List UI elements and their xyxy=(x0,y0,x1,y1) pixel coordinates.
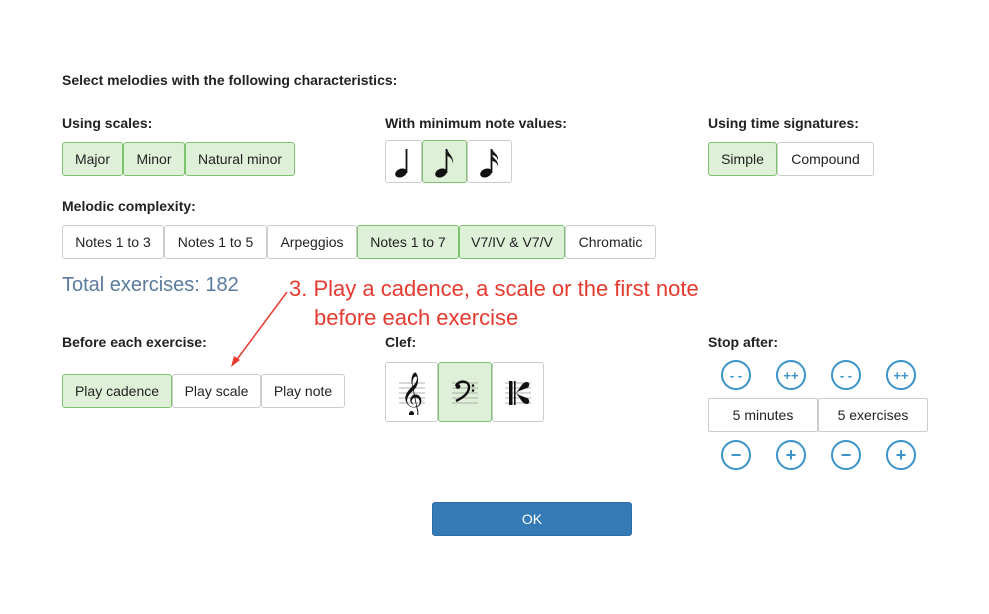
minutes-fast-decrease-button[interactable]: - - xyxy=(721,360,751,390)
exercises-value: 5 exercises xyxy=(818,398,928,432)
complexity-chromatic-button[interactable]: Chromatic xyxy=(565,225,656,259)
treble-clef-icon: 𝄞 xyxy=(398,372,425,415)
scale-major-button[interactable]: Major xyxy=(62,142,123,176)
complexity-notes-1-7-button[interactable]: Notes 1 to 7 xyxy=(357,225,459,259)
exercises-decrease-button[interactable]: − xyxy=(831,440,861,470)
treble-clef-button[interactable]: 𝄞 xyxy=(385,362,438,422)
eighth-note-icon xyxy=(434,148,453,177)
svg-text:𝄞: 𝄞 xyxy=(400,372,422,415)
bass-clef-icon xyxy=(452,380,478,404)
eighth-note-button[interactable] xyxy=(422,140,467,183)
total-exercises: Total exercises: 182 xyxy=(62,274,239,296)
bass-clef-button[interactable] xyxy=(438,362,492,422)
exercises-fast-increase-button[interactable]: ++ xyxy=(886,360,916,390)
complexity-notes-1-3-button[interactable]: Notes 1 to 3 xyxy=(62,225,164,259)
minutes-increase-button[interactable]: + xyxy=(776,440,806,470)
exercises-fast-decrease-button[interactable]: - - xyxy=(831,360,861,390)
exercises-increase-button[interactable]: + xyxy=(886,440,916,470)
complexity-v7-button[interactable]: V7/IV & V7/V xyxy=(459,225,565,259)
scale-natural-minor-button[interactable]: Natural minor xyxy=(185,142,295,176)
page-title: Select melodies with the following chara… xyxy=(62,72,398,88)
quarter-note-icon xyxy=(394,148,407,177)
sixteenth-note-button[interactable] xyxy=(467,140,512,183)
quarter-note-button[interactable] xyxy=(385,140,422,183)
time-signatures-heading: Using time signatures: xyxy=(708,115,859,131)
play-cadence-button[interactable]: Play cadence xyxy=(62,374,172,408)
scales-heading: Using scales: xyxy=(62,115,153,131)
complexity-arpeggios-button[interactable]: Arpeggios xyxy=(267,225,357,259)
note-values-heading: With minimum note values: xyxy=(385,115,567,131)
annotation-arrow xyxy=(231,291,288,367)
clef-heading: Clef: xyxy=(385,334,417,350)
minutes-fast-increase-button[interactable]: ++ xyxy=(776,360,806,390)
complexity-heading: Melodic complexity: xyxy=(62,198,196,214)
minutes-decrease-button[interactable]: − xyxy=(721,440,751,470)
time-compound-button[interactable]: Compound xyxy=(777,142,874,176)
sixteenth-note-icon xyxy=(479,148,498,177)
minutes-value: 5 minutes xyxy=(708,398,818,432)
time-simple-button[interactable]: Simple xyxy=(708,142,777,176)
annotation-line-1: 3. Play a cadence, a scale or the first … xyxy=(289,276,699,301)
complexity-notes-1-5-button[interactable]: Notes 1 to 5 xyxy=(164,225,267,259)
ok-button[interactable]: OK xyxy=(432,502,632,536)
play-note-button[interactable]: Play note xyxy=(261,374,345,408)
annotation-line-2: before each exercise xyxy=(314,305,519,330)
stop-after-heading: Stop after: xyxy=(708,334,778,350)
alto-clef-icon xyxy=(505,381,531,405)
before-heading: Before each exercise: xyxy=(62,334,207,350)
alto-clef-button[interactable] xyxy=(492,362,544,422)
play-scale-button[interactable]: Play scale xyxy=(172,374,261,408)
scale-minor-button[interactable]: Minor xyxy=(123,142,185,176)
